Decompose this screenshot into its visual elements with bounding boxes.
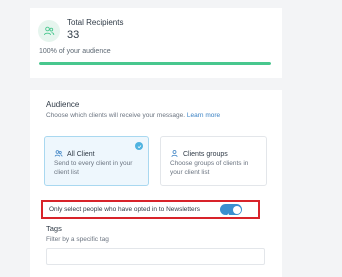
audience-card: Audience Choose which clients will recei…: [30, 90, 282, 277]
learn-more-link[interactable]: Learn more: [187, 112, 220, 119]
newsletter-optin-toggle[interactable]: [220, 204, 242, 218]
toggle-knob: [232, 205, 241, 214]
tags-subtitle: Filter by a specific tag: [46, 236, 109, 243]
audience-description: Choose which clients will receive your m…: [46, 112, 220, 119]
audience-percentage-text: 100% of your audience: [39, 48, 111, 55]
newsletter-optin-label: Only select people who have opted in to …: [49, 206, 201, 213]
audience-progress-fill: [39, 62, 271, 65]
option-all-client[interactable]: All Client Send to every client in your …: [44, 136, 149, 186]
option-all-client-description: Send to every client in your client list: [54, 160, 133, 176]
audience-description-text: Choose which clients will receive your m…: [46, 112, 186, 119]
users-icon: [38, 20, 60, 42]
option-clients-groups-label: Clients groups: [183, 150, 228, 158]
check-icon: [224, 205, 230, 223]
audience-title: Audience: [46, 100, 80, 109]
recipients-card: Total Recipients 33 100% of your audienc…: [30, 8, 282, 78]
tags-title: Tags: [46, 224, 62, 233]
check-icon: [135, 142, 143, 150]
recipients-count: 33: [67, 29, 80, 41]
option-clients-groups-description: Choose groups of clients in your client …: [170, 160, 249, 176]
tags-filter-input[interactable]: [46, 248, 265, 265]
newsletter-optin-highlight: Only select people who have opted in to …: [41, 200, 260, 219]
option-all-client-label: All Client: [67, 150, 95, 158]
total-recipients-title: Total Recipients: [67, 18, 124, 27]
option-clients-groups[interactable]: Clients groups Choose groups of clients …: [160, 136, 267, 186]
audience-progress-bar: [39, 62, 271, 65]
